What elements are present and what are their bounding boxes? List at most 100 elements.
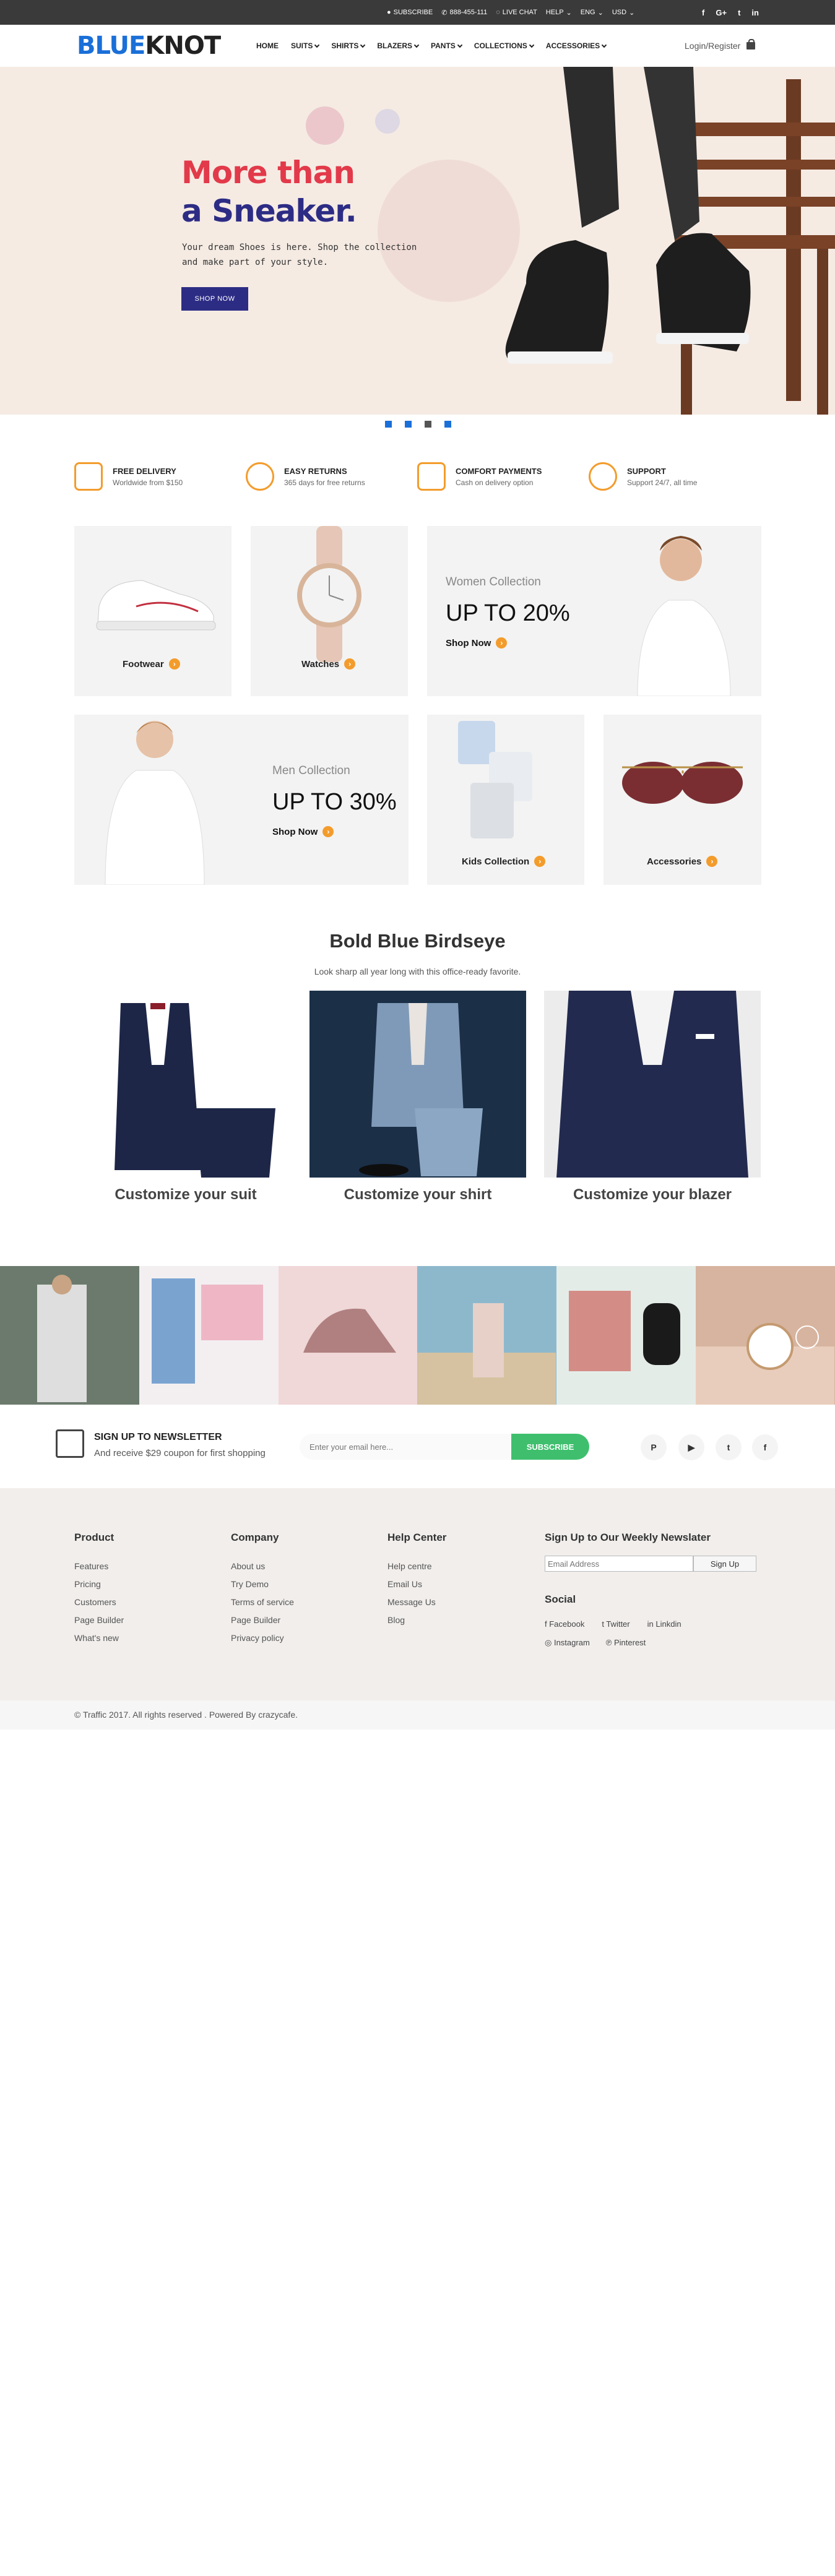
subscribe-button[interactable]: SUBSCRIBE — [511, 1434, 589, 1460]
sunglasses-image — [622, 762, 743, 804]
footer-product-column: Product Features Pricing Customers Page … — [74, 1531, 124, 1647]
nav-suits[interactable]: SUITS — [291, 41, 320, 50]
instagram-link[interactable]: ◎ Instagram — [545, 1638, 590, 1648]
nav-pants[interactable]: PANTS — [431, 41, 463, 50]
nav-accessories[interactable]: ACCESSORIES — [546, 41, 607, 50]
category-label: Watches › — [301, 658, 356, 670]
phone-link[interactable]: ✆ 888-455-111 — [441, 9, 487, 17]
category-label: Footwear › — [123, 658, 180, 670]
feature-support: SUPPORT Support 24/7, all time — [589, 458, 760, 495]
linkedin-icon[interactable]: in — [751, 8, 759, 17]
category-women[interactable]: Women Collection UP TO 20% Shop Now › — [427, 526, 761, 696]
nav-shirts[interactable]: SHIRTS — [331, 41, 366, 50]
login-register[interactable]: Login/Register — [685, 25, 756, 67]
gallery-photo[interactable] — [139, 1266, 279, 1405]
footer-link[interactable]: Message Us — [387, 1593, 446, 1611]
gallery-photo[interactable] — [556, 1266, 696, 1405]
footer-link[interactable]: Terms of service — [231, 1593, 294, 1611]
category-footwear[interactable]: Footwear › — [74, 526, 231, 696]
footer-link[interactable]: Features — [74, 1557, 124, 1575]
chevron-down-icon — [457, 42, 463, 48]
collection-offer: UP TO 20% — [446, 600, 570, 626]
footer-link[interactable]: About us — [231, 1557, 294, 1575]
google-plus-icon[interactable]: G+ — [716, 8, 727, 17]
footer-link[interactable]: Customers — [74, 1593, 124, 1611]
gallery-photo[interactable] — [278, 1266, 418, 1405]
footer-social-row2: ◎ Instagram ℗ Pinterest — [545, 1638, 646, 1648]
twitter-icon[interactable]: t — [738, 8, 740, 17]
refresh-icon — [246, 462, 274, 491]
hero-title: More than a Sneaker. — [181, 155, 357, 229]
linkedin-link[interactable]: in Linkdin — [647, 1619, 681, 1629]
sneaker-image — [96, 580, 216, 631]
live-chat-link[interactable]: ◌ LIVE CHAT — [496, 9, 537, 16]
chevron-down-icon — [413, 42, 420, 48]
footer-link[interactable]: Email Us — [387, 1575, 446, 1593]
footer-link[interactable]: Privacy policy — [231, 1629, 294, 1647]
top-bar-links: ● SUBSCRIBE ✆ 888-455-111 ◌ LIVE CHAT HELP ⌄… — [387, 0, 634, 25]
gallery-photo[interactable] — [0, 1266, 139, 1405]
logo[interactable]: BLUEKNOT — [77, 31, 221, 61]
category-label: Kids Collection › — [462, 856, 546, 867]
help-dropdown[interactable]: HELP ⌄ — [546, 9, 572, 17]
facebook-icon[interactable]: f — [752, 1434, 778, 1460]
chevron-down-icon — [314, 42, 320, 48]
men-shop-now-link[interactable]: Shop Now › — [272, 826, 334, 837]
copyright: © Traffic 2017. All rights reserved . Po… — [0, 1700, 835, 1730]
hero-sneaker-image — [505, 67, 835, 415]
nav-home[interactable]: HOME — [256, 41, 279, 50]
pinterest-icon[interactable]: P — [641, 1434, 667, 1460]
footer-link[interactable]: What's new — [74, 1629, 124, 1647]
language-dropdown[interactable]: ENG ⌄ — [581, 9, 604, 17]
slider-dot[interactable] — [385, 421, 392, 428]
tuxedo-image — [115, 1003, 275, 1178]
shopping-bag-icon[interactable] — [746, 39, 756, 50]
gallery-photo[interactable] — [696, 1266, 835, 1405]
customize-shirt-link[interactable]: Customize your shirt — [309, 1186, 526, 1204]
footer-heading: Help Center — [387, 1531, 447, 1543]
collection-label: Women Collection — [446, 575, 541, 588]
category-watches[interactable]: Watches › — [251, 526, 408, 696]
wallet-icon — [417, 462, 446, 491]
footer-email-input[interactable] — [545, 1556, 693, 1572]
footer-heading: Sign Up to Our Weekly Newslater — [545, 1531, 711, 1543]
footer-company-column: Company About us Try Demo Terms of servi… — [231, 1531, 294, 1647]
twitter-link[interactable]: t Twitter — [602, 1619, 629, 1629]
youtube-icon[interactable]: ▶ — [678, 1434, 704, 1460]
slider-dot[interactable] — [444, 421, 451, 428]
women-shop-now-link[interactable]: Shop Now › — [446, 637, 508, 648]
currency-dropdown[interactable]: USD ⌄ — [612, 9, 634, 17]
footer-link[interactable]: Page Builder — [74, 1611, 124, 1629]
customize-suit-link[interactable]: Customize your suit — [77, 1186, 294, 1204]
slider-dot[interactable] — [405, 421, 412, 428]
suit-image[interactable] — [77, 991, 294, 1178]
subscribe-link[interactable]: ● SUBSCRIBE — [387, 9, 433, 16]
customize-blazer-link[interactable]: Customize your blazer — [544, 1186, 761, 1204]
footer-link[interactable]: Blog — [387, 1611, 446, 1629]
footer-link[interactable]: Pricing — [74, 1575, 124, 1593]
facebook-icon[interactable]: f — [702, 8, 704, 17]
category-men[interactable]: Men Collection UP TO 30% Shop Now › — [74, 715, 409, 885]
category-kids[interactable]: Kids Collection › — [427, 715, 584, 885]
newsletter-email-input[interactable] — [300, 1434, 510, 1460]
category-accessories[interactable]: Accessories › — [604, 715, 761, 885]
facebook-link[interactable]: f Facebook — [545, 1619, 584, 1629]
footer-link[interactable]: Try Demo — [231, 1575, 294, 1593]
footer-link[interactable]: Help centre — [387, 1557, 446, 1575]
blazer-photo — [556, 991, 748, 1178]
arrow-right-icon: › — [168, 658, 180, 670]
shirt-image[interactable] — [309, 991, 526, 1178]
footer-link[interactable]: Page Builder — [231, 1611, 294, 1629]
gallery-photo[interactable] — [417, 1266, 557, 1405]
pinterest-link[interactable]: ℗ Pinterest — [606, 1638, 646, 1648]
nav-collections[interactable]: COLLECTIONS — [474, 41, 535, 50]
arrow-right-icon: › — [496, 637, 508, 648]
slider-dot-active[interactable] — [425, 421, 431, 428]
sign-up-button[interactable]: Sign Up — [693, 1556, 756, 1572]
nav-blazers[interactable]: BLAZERS — [377, 41, 420, 50]
photo-hoodie — [569, 1291, 681, 1371]
blazer-image[interactable] — [544, 991, 761, 1178]
arrow-right-icon: › — [534, 856, 546, 867]
shop-now-button[interactable]: SHOP NOW — [181, 287, 248, 311]
twitter-icon[interactable]: t — [716, 1434, 742, 1460]
